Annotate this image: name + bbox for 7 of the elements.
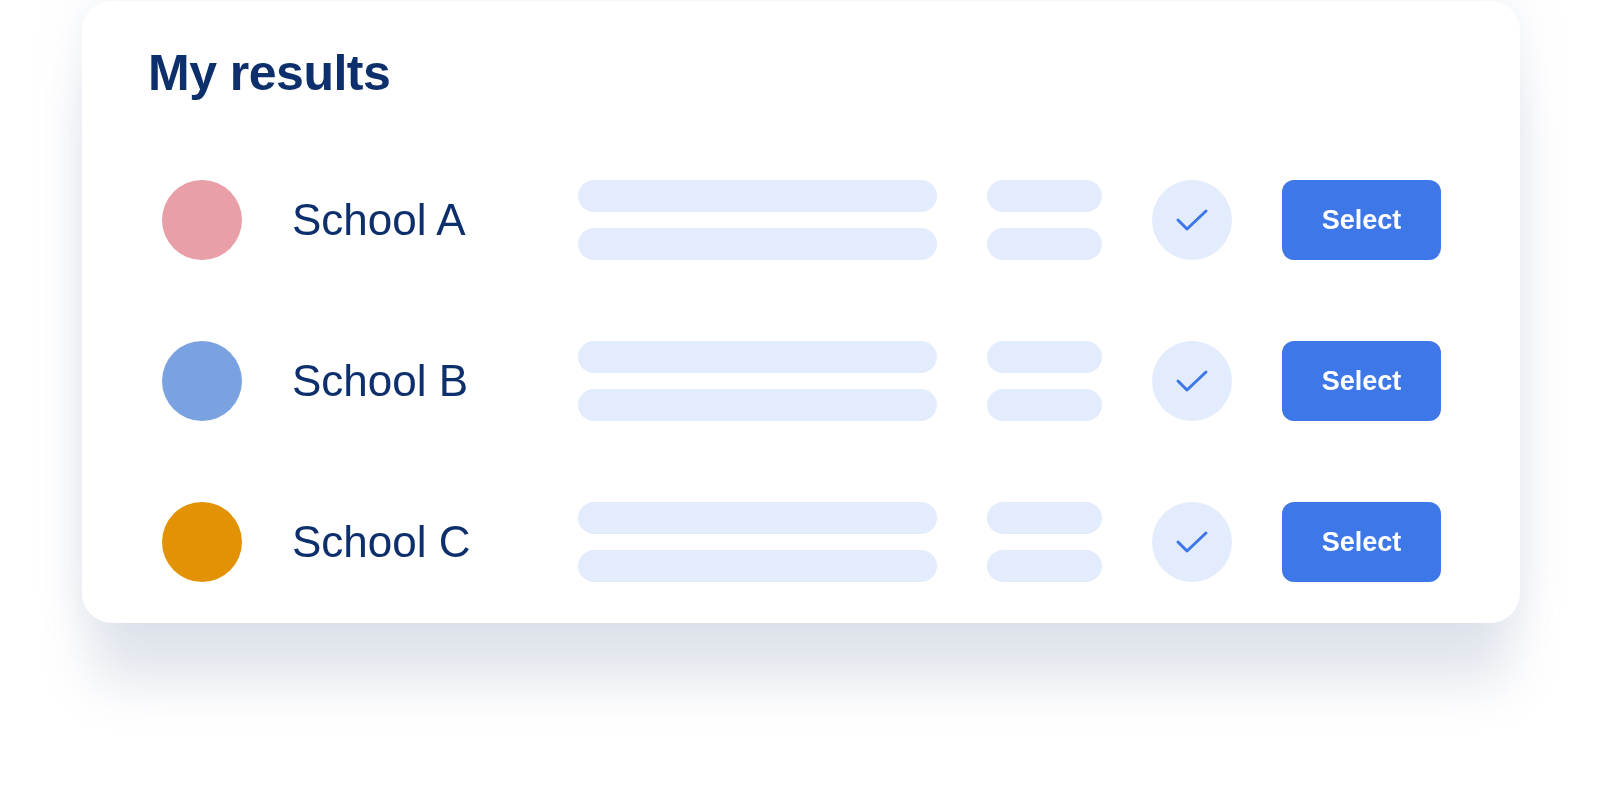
select-button[interactable]: Select [1282, 341, 1441, 421]
card-title: My results [148, 44, 391, 103]
school-name: School C [292, 517, 471, 567]
select-button[interactable]: Select [1282, 180, 1441, 260]
school-name: School A [292, 195, 466, 245]
school-name: School B [292, 356, 469, 406]
select-button[interactable]: Select [1282, 502, 1441, 582]
